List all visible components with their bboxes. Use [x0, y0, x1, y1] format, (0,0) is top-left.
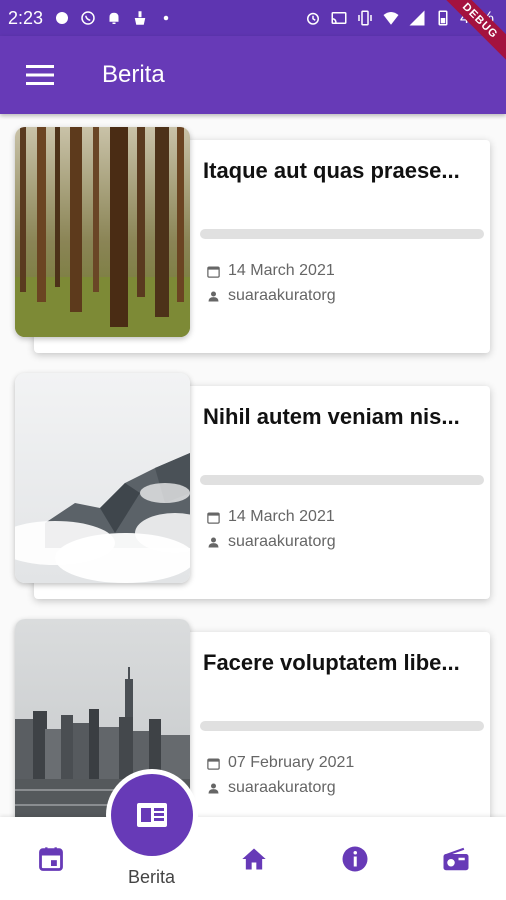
article-card[interactable]: Facere voluptatem libe... 07 February 20… — [0, 606, 506, 817]
vibrate-icon — [358, 10, 372, 26]
article-date-row: 14 March 2021 — [206, 262, 335, 280]
person-icon — [208, 783, 219, 793]
article-title[interactable]: Nihil autem veniam nis... — [203, 402, 483, 432]
article-date-row: 07 February 2021 — [206, 754, 354, 772]
article-divider — [200, 475, 484, 485]
article-divider — [200, 721, 484, 731]
article-divider — [200, 229, 484, 239]
nav-item-home[interactable] — [203, 817, 304, 900]
article-date-row: 14 March 2021 — [206, 508, 335, 526]
calendar-icon — [207, 266, 220, 278]
article-title[interactable]: Itaque aut quas praese... — [203, 156, 483, 186]
status-bar: 2:23 45% — [0, 0, 506, 36]
wifi-icon — [383, 12, 399, 25]
article-image-forest — [15, 127, 190, 337]
calendar-icon — [38, 846, 63, 871]
cleaner-icon — [134, 11, 146, 25]
nav-item-berita[interactable] — [106, 769, 198, 861]
article-title[interactable]: Facere voluptatem libe... — [203, 648, 483, 678]
person-icon — [208, 537, 219, 547]
sync-icon — [56, 12, 69, 24]
menu-icon — [26, 65, 54, 85]
article-date: 07 February 2021 — [228, 754, 355, 771]
news-icon — [137, 803, 167, 827]
notification-bell-icon — [109, 12, 119, 24]
article-card[interactable]: Itaque aut quas praese... 14 March 2021 … — [0, 114, 506, 354]
article-author: suaraakuratorg — [228, 533, 336, 550]
article-author: suaraakuratorg — [228, 287, 336, 304]
article-author-row: suaraakuratorg — [206, 779, 336, 797]
article-author-row: suaraakuratorg — [206, 533, 336, 551]
nav-fab-circle — [111, 774, 193, 856]
article-author: suaraakuratorg — [228, 779, 336, 796]
nav-item-info[interactable] — [304, 817, 405, 900]
battery-icon — [438, 10, 448, 26]
status-time: 2:23 — [8, 7, 44, 28]
page-title: Berita — [102, 61, 165, 88]
app-bar: Berita — [0, 36, 506, 114]
radio-icon — [443, 847, 468, 870]
dot-icon — [163, 15, 169, 21]
nav-label-berita: Berita — [127, 867, 176, 887]
nav-item-calendar[interactable] — [0, 817, 101, 900]
article-date: 14 March 2021 — [228, 262, 335, 279]
calendar-icon — [207, 758, 220, 770]
bottom-navigation: Berita — [0, 769, 506, 900]
calendar-icon — [207, 512, 220, 524]
nav-item-radio[interactable] — [405, 817, 506, 900]
signal-icon — [409, 10, 425, 26]
info-icon — [342, 846, 367, 871]
whatsapp-icon — [81, 11, 95, 25]
cast-icon — [331, 12, 347, 24]
alarm-icon — [306, 12, 319, 25]
article-date: 14 March 2021 — [228, 508, 335, 525]
person-icon — [208, 291, 219, 301]
menu-button[interactable] — [0, 36, 80, 114]
article-author-row: suaraakuratorg — [206, 287, 336, 305]
home-icon — [241, 848, 266, 869]
news-feed[interactable]: Itaque aut quas praese... 14 March 2021 … — [0, 114, 506, 817]
article-image-misty-mountain — [15, 373, 190, 583]
article-card[interactable]: Nihil autem veniam nis... 14 March 2021 … — [0, 360, 506, 600]
